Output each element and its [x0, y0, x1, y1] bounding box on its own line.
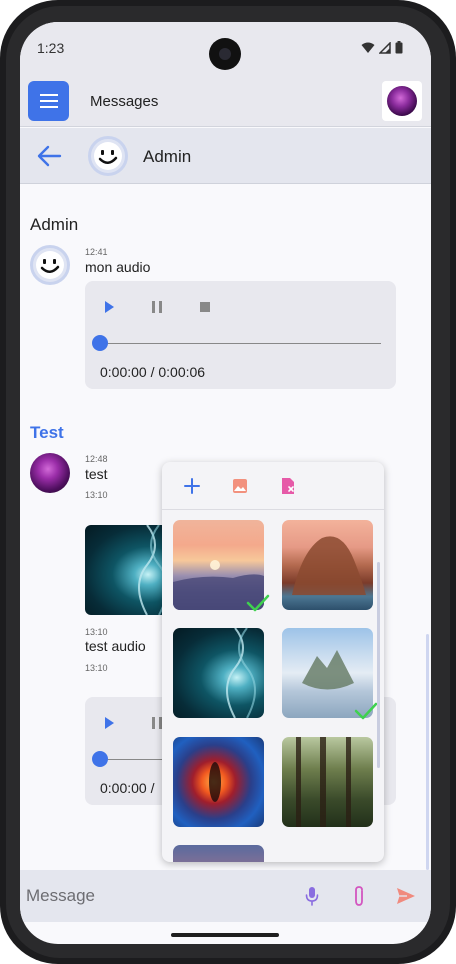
menu-button[interactable] [28, 81, 69, 121]
picker-image-forest[interactable] [282, 737, 373, 827]
conversation-header: Admin [20, 128, 431, 184]
smiley-icon [36, 251, 64, 279]
status-bar: 1:23 [20, 22, 431, 74]
message-time: 12:41 [85, 247, 108, 257]
conversation-avatar [88, 136, 128, 176]
picker-image-sky-partial[interactable] [173, 845, 264, 862]
checkmark-icon [354, 702, 378, 720]
picker-image-dragon-eye[interactable] [173, 737, 264, 827]
signal-icon [379, 41, 391, 54]
message-text: test audio [85, 638, 146, 654]
picker-toolbar [162, 462, 384, 510]
message-text: mon audio [85, 259, 151, 275]
status-time: 1:23 [37, 40, 65, 56]
picker-image-rock-arch[interactable] [282, 520, 373, 610]
battery-icon [395, 41, 403, 54]
message-time: 13:10 [85, 627, 108, 637]
dragon-eye-image [209, 762, 221, 802]
pause-icon[interactable] [149, 299, 165, 315]
screen: 1:23 Messages Admin Admin 12:41 mon audi… [20, 22, 431, 944]
checkmark-icon [246, 594, 270, 612]
play-icon[interactable] [101, 299, 117, 315]
audio-duration: 0:00:00 / [100, 780, 155, 796]
dna-helix-image [226, 628, 256, 718]
forest-image [296, 737, 351, 827]
hamburger-icon [39, 94, 58, 108]
file-remove-icon [282, 478, 294, 494]
chat-scrollbar[interactable] [426, 634, 429, 870]
sender-name: Admin [30, 215, 79, 234]
message-time: 12:48 [85, 454, 108, 464]
plus-icon [184, 478, 200, 494]
stop-icon[interactable] [197, 299, 213, 315]
send-button[interactable] [394, 884, 418, 908]
app-bar: Messages [20, 74, 431, 127]
add-media-button[interactable] [181, 475, 203, 497]
remove-file-button[interactable] [277, 475, 299, 497]
message-input[interactable] [26, 884, 276, 908]
message-text: test [85, 466, 108, 482]
paperclip-icon [355, 886, 363, 906]
status-icons [361, 41, 403, 54]
attach-button[interactable] [347, 884, 371, 908]
media-picker-popup [162, 462, 384, 862]
play-icon[interactable] [101, 715, 117, 731]
back-arrow-icon[interactable] [36, 144, 62, 168]
galaxy-avatar-image [387, 86, 417, 116]
send-icon [397, 888, 415, 904]
picker-image-dna[interactable] [173, 628, 264, 718]
message-time: 13:10 [85, 663, 108, 673]
front-camera [209, 38, 241, 70]
rock-arch-image [292, 536, 366, 595]
app-title: Messages [90, 93, 159, 110]
audio-progress-track[interactable] [99, 343, 381, 344]
message-avatar [30, 453, 70, 493]
microphone-button[interactable] [300, 884, 324, 908]
message-avatar [30, 245, 70, 285]
audio-duration: 0:00:00 / 0:00:06 [100, 364, 206, 380]
profile-avatar-button[interactable] [382, 81, 422, 121]
image-icon [233, 479, 247, 493]
phone-frame: 1:23 Messages Admin Admin 12:41 mon audi… [0, 0, 456, 964]
audio-progress-knob[interactable] [92, 751, 108, 767]
smiley-icon [94, 142, 122, 170]
wifi-icon [361, 42, 375, 53]
audio-progress-knob[interactable] [92, 335, 108, 351]
picker-scrollbar[interactable] [377, 562, 380, 768]
conversation-name: Admin [143, 147, 192, 166]
home-indicator[interactable] [171, 933, 279, 937]
image-gallery-button[interactable] [229, 475, 251, 497]
message-composer [20, 870, 431, 922]
message-time: 13:10 [85, 490, 108, 500]
sender-name: Test [30, 423, 64, 442]
audio-player: 0:00:00 / 0:00:06 [85, 281, 396, 389]
microphone-icon [305, 887, 319, 906]
